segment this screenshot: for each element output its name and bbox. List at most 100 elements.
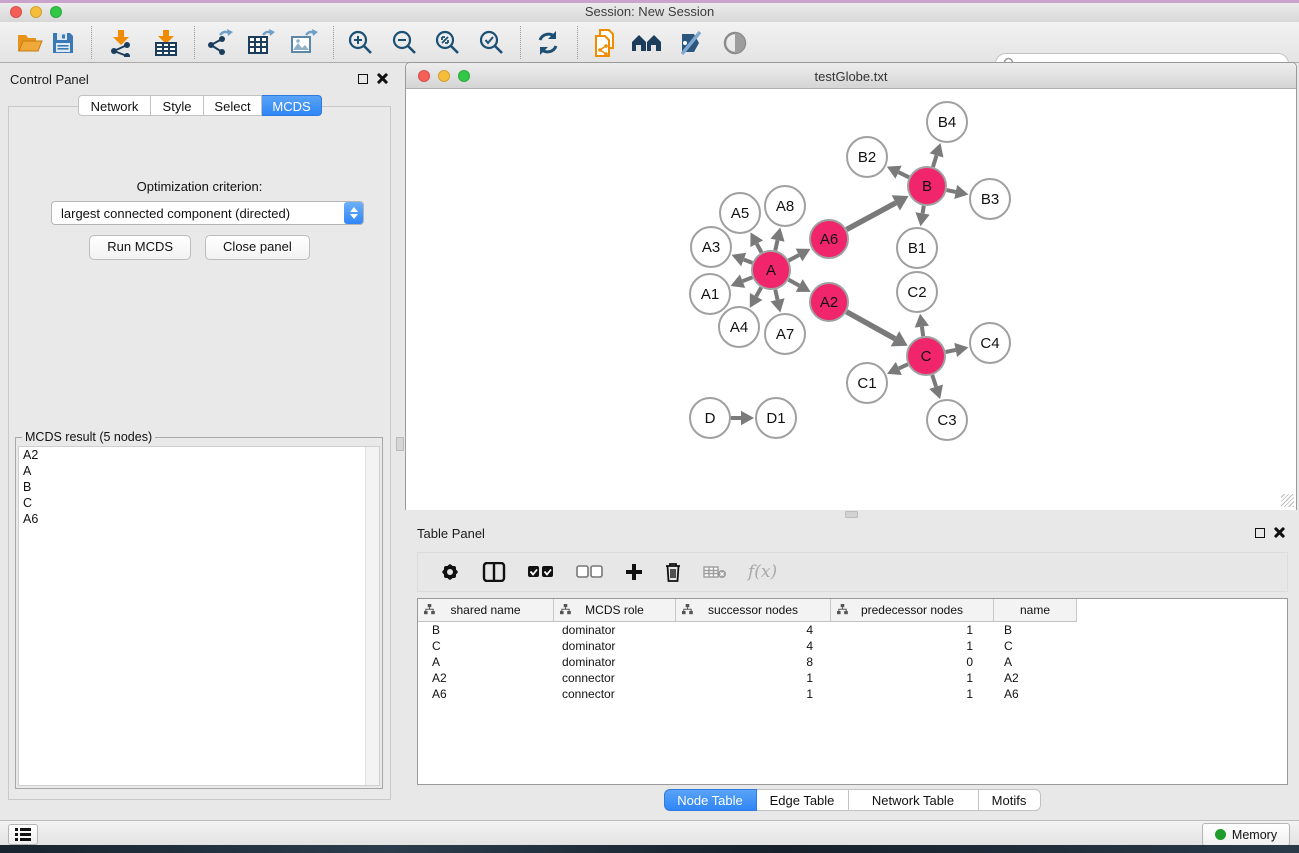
graph-node-B1[interactable]: B1 xyxy=(897,228,937,268)
graph-edge-B-B2[interactable] xyxy=(899,172,909,177)
tab-select[interactable]: Select xyxy=(204,95,262,116)
graph-node-C3[interactable]: C3 xyxy=(927,400,967,440)
graph-node-A4[interactable]: A4 xyxy=(719,307,759,347)
export-image-icon[interactable] xyxy=(288,27,320,59)
tab-mcds[interactable]: MCDS xyxy=(262,95,322,116)
result-item-c[interactable]: C xyxy=(19,495,379,511)
tab-network-table[interactable]: Network Table xyxy=(849,789,979,811)
export-table-icon[interactable] xyxy=(245,27,277,59)
horizontal-splitter-handle[interactable] xyxy=(845,511,858,518)
show-column-icon[interactable] xyxy=(482,562,506,582)
vertical-splitter-handle[interactable] xyxy=(396,437,404,451)
zoom-out-icon[interactable] xyxy=(389,27,421,59)
graph-node-A5[interactable]: A5 xyxy=(720,193,760,233)
close-panel-button[interactable]: Close panel xyxy=(205,235,310,260)
graph-node-B3[interactable]: B3 xyxy=(970,179,1010,219)
close-table-panel-icon[interactable] xyxy=(1274,527,1285,538)
graph-node-B2[interactable]: B2 xyxy=(847,137,887,177)
table-row-a6[interactable]: A6connector11A6 xyxy=(418,686,1287,702)
column-header-successor-nodes[interactable]: successor nodes xyxy=(676,599,831,621)
graph-edge-A6-B[interactable] xyxy=(847,203,896,230)
tab-motifs[interactable]: Motifs xyxy=(979,789,1041,811)
graph-node-A7[interactable]: A7 xyxy=(765,314,805,354)
graph-node-D1[interactable]: D1 xyxy=(756,398,796,438)
graph-node-B4[interactable]: B4 xyxy=(927,102,967,142)
graph-node-C[interactable]: C xyxy=(907,337,945,375)
result-item-a2[interactable]: A2 xyxy=(19,447,379,463)
graph-edge-A-A7[interactable] xyxy=(775,290,777,300)
memory-button[interactable]: Memory xyxy=(1202,823,1290,846)
close-panel-icon[interactable] xyxy=(377,73,388,84)
graph-edge-C-C1[interactable] xyxy=(899,364,908,368)
graph-edge-A-A3[interactable] xyxy=(744,260,753,263)
result-item-a6[interactable]: A6 xyxy=(19,511,379,527)
tab-network[interactable]: Network xyxy=(78,95,151,116)
task-history-button[interactable] xyxy=(8,824,38,845)
graph-node-C1[interactable]: C1 xyxy=(847,363,887,403)
float-panel-icon[interactable] xyxy=(358,74,368,84)
refresh-icon[interactable] xyxy=(532,27,564,59)
column-header-predecessor-nodes[interactable]: predecessor nodes xyxy=(831,599,994,621)
graph-node-C4[interactable]: C4 xyxy=(970,323,1010,363)
graph-node-A3[interactable]: A3 xyxy=(691,227,731,267)
network-canvas[interactable]: A A6 A2 B C A1 A3 A4 A5 A7 A8 B1 B2 B3B4 C1 C2 C3C4 D D1 xyxy=(406,89,1296,510)
unselect-all-columns-icon[interactable] xyxy=(576,565,604,579)
show-graphics-details-icon[interactable] xyxy=(719,27,751,59)
delete-columns-icon[interactable] xyxy=(664,562,682,582)
graph-node-A2[interactable]: A2 xyxy=(810,283,848,321)
copy-network-icon[interactable] xyxy=(589,27,621,59)
graph-node-A[interactable]: A xyxy=(752,251,790,289)
graph-edge-B-B3[interactable] xyxy=(947,190,956,192)
hide-labels-icon[interactable] xyxy=(674,27,706,59)
import-table-icon[interactable] xyxy=(150,27,182,59)
column-header-shared-name[interactable]: shared name xyxy=(418,599,554,621)
export-network-icon[interactable] xyxy=(203,27,235,59)
graph-edge-A-A2[interactable] xyxy=(789,280,800,286)
criterion-select[interactable]: largest connected component (directed) xyxy=(51,201,364,225)
column-header-name[interactable]: name xyxy=(994,599,1077,621)
delete-table-icon[interactable] xyxy=(703,565,727,579)
function-builder-icon[interactable]: f(x) xyxy=(748,562,777,582)
graph-edge-C-C2[interactable] xyxy=(922,327,923,337)
table-row-a2[interactable]: A2connector11A2 xyxy=(418,670,1287,686)
result-item-a[interactable]: A xyxy=(19,463,379,479)
float-table-panel-icon[interactable] xyxy=(1255,528,1265,538)
home-layout-icon[interactable] xyxy=(631,27,663,59)
graph-edge-A-A4[interactable] xyxy=(756,287,761,296)
graph-edge-C-C3[interactable] xyxy=(932,375,936,387)
graph-edge-A-A5[interactable] xyxy=(757,244,762,253)
tab-edge-table[interactable]: Edge Table xyxy=(757,789,849,811)
result-item-b[interactable]: B xyxy=(19,479,379,495)
graph-node-A6[interactable]: A6 xyxy=(810,220,848,258)
run-mcds-button[interactable]: Run MCDS xyxy=(89,235,191,260)
zoom-fit-icon[interactable] xyxy=(432,27,464,59)
graph-node-A8[interactable]: A8 xyxy=(765,186,805,226)
import-network-icon[interactable] xyxy=(105,27,137,59)
table-row-c[interactable]: Cdominator41C xyxy=(418,638,1287,654)
graph-node-B[interactable]: B xyxy=(908,167,946,205)
graph-edge-C-C4[interactable] xyxy=(946,350,956,352)
graph-node-A1[interactable]: A1 xyxy=(690,274,730,314)
graph-edge-A-A8[interactable] xyxy=(775,240,777,250)
add-column-icon[interactable] xyxy=(625,563,643,581)
table-settings-icon[interactable] xyxy=(439,561,461,583)
zoom-selected-icon[interactable] xyxy=(476,27,508,59)
zoom-in-icon[interactable] xyxy=(345,27,377,59)
select-all-columns-icon[interactable] xyxy=(527,565,555,579)
graph-edge-A-A1[interactable] xyxy=(743,277,753,281)
resize-grip-icon[interactable] xyxy=(1281,494,1294,507)
tab-node-table[interactable]: Node Table xyxy=(664,789,757,811)
table-row-b[interactable]: Bdominator41B xyxy=(418,622,1287,638)
network-window-titlebar[interactable]: testGlobe.txt xyxy=(406,63,1296,89)
graph-node-C2[interactable]: C2 xyxy=(897,272,937,312)
graph-edge-A2-C[interactable] xyxy=(846,312,895,339)
result-scrollbar[interactable] xyxy=(365,447,379,785)
tab-style[interactable]: Style xyxy=(151,95,204,116)
graph-edge-B-B4[interactable] xyxy=(933,155,937,167)
graph-edge-A-A6[interactable] xyxy=(789,255,799,261)
graph-node-D[interactable]: D xyxy=(690,398,730,438)
save-session-icon[interactable] xyxy=(47,27,79,59)
column-header-mcds-role[interactable]: MCDS role xyxy=(554,599,676,621)
open-session-icon[interactable] xyxy=(14,27,46,59)
graph-edge-B-B1[interactable] xyxy=(923,206,924,214)
